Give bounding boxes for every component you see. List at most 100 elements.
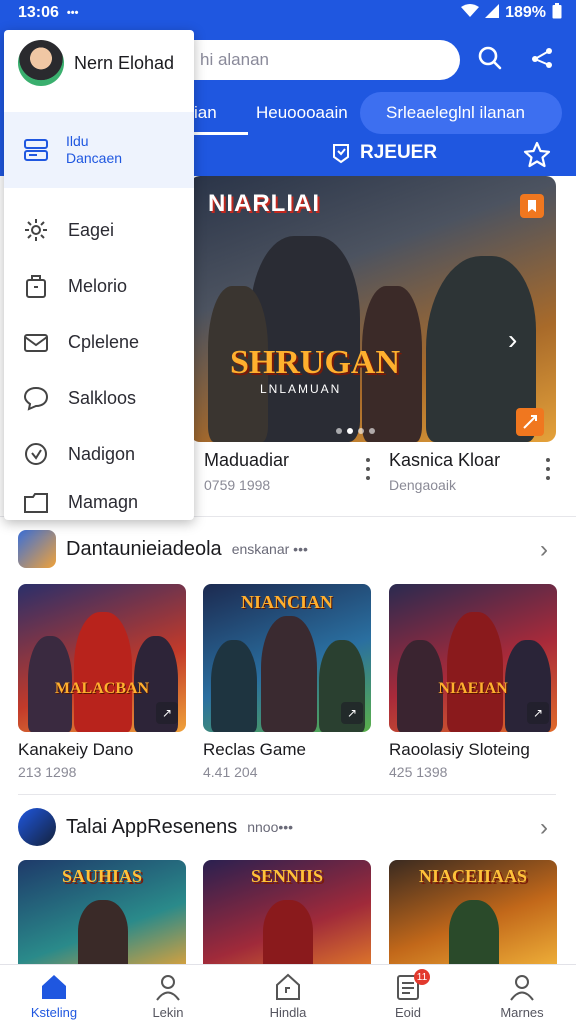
reader-button[interactable]: RJEUER: [330, 142, 437, 164]
search-button[interactable]: [474, 42, 506, 74]
tile-character: [449, 900, 499, 970]
status-time: 13:06: [18, 4, 59, 21]
tile-subtitle: 4.41 204: [203, 764, 258, 780]
tile-subtitle: 213 1298: [18, 764, 77, 780]
tab-third[interactable]: Srleaeleglnl ilanan: [386, 92, 525, 134]
drawer-active-line1: Ildu: [66, 133, 89, 149]
carousel-dot: [358, 428, 364, 434]
drawer-item-active[interactable]: Ildu Dancaen: [4, 112, 194, 188]
expand-icon[interactable]: ↗: [156, 702, 178, 724]
home-icon: [42, 975, 66, 999]
game-tile[interactable]: NIANCIAN ↗: [203, 584, 371, 732]
location-icon: [22, 440, 50, 468]
more-options-button[interactable]: [544, 458, 552, 480]
more-options-button[interactable]: [364, 458, 372, 480]
favorite-button[interactable]: [522, 140, 554, 172]
game-tile[interactable]: MALACBAN ↗: [18, 584, 186, 732]
signal-icon: [485, 3, 500, 23]
status-dots: •••: [66, 7, 79, 19]
game-tile[interactable]: SAUHIAS: [18, 860, 186, 970]
tile-name[interactable]: Raoolasiy Sloteing: [389, 740, 530, 760]
section-header-1[interactable]: Dantaunieiadeola enskanar •••: [18, 530, 308, 568]
drawer-item-4[interactable]: Salkloos: [4, 370, 194, 426]
drawer-item-2[interactable]: Melorio: [4, 258, 194, 314]
drawer-label: Mamagn: [68, 491, 139, 512]
nav-account[interactable]: Marnes: [482, 973, 562, 1020]
section-avatar: [18, 530, 56, 568]
reader-icon: [333, 144, 349, 164]
drawer-item-6[interactable]: Mamagn: [4, 482, 194, 522]
tile-banner: NIAEIAN: [438, 680, 508, 697]
notification-badge: 11: [414, 969, 430, 985]
section-header-2[interactable]: Talai AppResenens nnoo•••: [18, 808, 293, 846]
account-icon: [510, 975, 534, 1001]
nav-label: Marnes: [500, 1005, 544, 1020]
share-button[interactable]: [526, 42, 558, 74]
nav-home[interactable]: Ksteling: [14, 973, 94, 1020]
hero-badge-top: [520, 194, 544, 218]
carousel-dot: [336, 428, 342, 434]
tile-banner: SAUHIAS: [61, 866, 143, 886]
tile-character: [211, 640, 257, 732]
battery-level: 189%: [505, 4, 546, 21]
house-icon: [276, 973, 300, 1000]
section-avatar: [18, 808, 56, 846]
nav-label: Hindla: [269, 1005, 307, 1020]
nav-label: Ksteling: [30, 1005, 78, 1020]
drawer-item-1[interactable]: Eagei: [4, 202, 194, 258]
hero-next-arrow[interactable]: ›: [508, 324, 517, 356]
tile-name[interactable]: Reclas Game: [203, 740, 306, 760]
section-meta: enskanar •••: [231, 541, 308, 557]
game-tile[interactable]: NIACEIIAAS: [389, 860, 557, 970]
hero-subtitle: SHRUGAN: [230, 344, 401, 381]
battery-icon: [552, 2, 562, 24]
reader-label: RJEUER: [360, 142, 438, 163]
game-tile[interactable]: SENNIIS: [203, 860, 371, 970]
bottom-nav: Ksteling Lekin Hindla 11 Eoid Marnes: [0, 964, 576, 1024]
app-screen: 13:06 ••• 189% hi alanan ian Heuoooaain …: [0, 0, 576, 1024]
drawer-item-5[interactable]: Nadigon: [4, 426, 194, 482]
nav-inbox[interactable]: 11 Eoid: [368, 969, 448, 1020]
tile-banner: MALACBAN: [54, 680, 150, 697]
section-title: Dantaunieiadeola: [66, 537, 222, 560]
featured-subtitle: Dengaoaik: [389, 477, 456, 493]
featured-card-1[interactable]: Maduadiar 0759 1998: [204, 450, 289, 493]
section-arrow-icon[interactable]: ›: [540, 814, 548, 842]
wifi-icon: [461, 3, 480, 23]
avatar: [18, 40, 64, 86]
featured-title: Maduadiar: [204, 450, 290, 470]
expand-icon[interactable]: ↗: [527, 702, 549, 724]
search-input[interactable]: hi alanan: [160, 40, 460, 80]
tile-subtitle: 425 1398: [389, 764, 448, 780]
nav-library[interactable]: Hindla: [248, 973, 328, 1020]
drawer-item-3[interactable]: Cplelene: [4, 314, 194, 370]
bag-icon: [22, 272, 50, 300]
chat-icon: [22, 384, 50, 412]
star-icon: [523, 141, 551, 168]
nav-profile[interactable]: Lekin: [128, 973, 208, 1020]
tile-character: [74, 612, 132, 732]
tab-active[interactable]: ian: [194, 92, 217, 134]
nav-drawer: Nern Elohad Ildu Dancaen Eagei Melorio C…: [4, 30, 194, 520]
expand-icon: [523, 415, 537, 429]
carousel-dot-active: [347, 428, 353, 434]
hero-title: NIARLIAI: [208, 190, 320, 217]
hero-badge-bottom[interactable]: [516, 408, 544, 436]
drawer-profile[interactable]: Nern Elohad: [4, 30, 194, 96]
tab-second[interactable]: Heuoooaain: [256, 92, 348, 134]
tab-bar: ian Heuoooaain Srleaeleglnl ilanan: [150, 92, 562, 134]
tab-indicator: [190, 132, 248, 135]
tile-character: [78, 900, 128, 970]
section-arrow-icon[interactable]: ›: [540, 536, 548, 564]
divider: [18, 794, 556, 795]
share-icon: [532, 48, 552, 68]
carousel-dot: [369, 428, 375, 434]
section-meta: nnoo•••: [247, 819, 294, 835]
game-tile[interactable]: NIAEIAN ↗: [389, 584, 557, 732]
hero-banner[interactable]: NIARLIAI SHRUGAN LNLAMUAN ›: [190, 176, 556, 442]
featured-card-2[interactable]: Kasnica Kloar Dengaoaik: [389, 450, 500, 493]
tile-name[interactable]: Kanakeiy Dano: [18, 740, 133, 760]
tile-character: [263, 900, 313, 970]
expand-icon[interactable]: ↗: [341, 702, 363, 724]
folder-icon: [22, 488, 50, 516]
